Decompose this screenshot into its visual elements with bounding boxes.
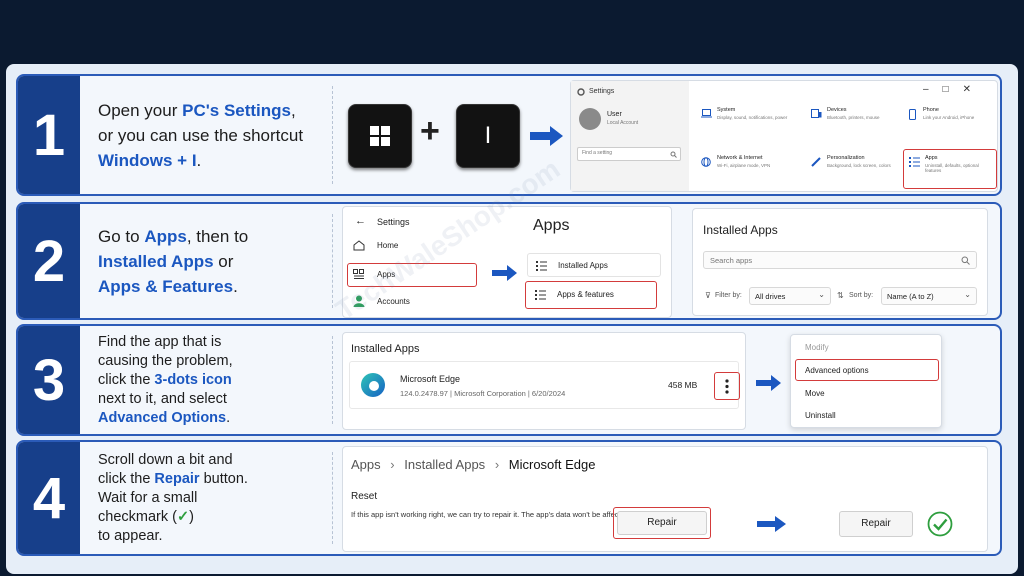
step-number: 1 bbox=[18, 76, 80, 194]
step-number: 4 bbox=[18, 442, 80, 554]
menu-item-move[interactable]: Move bbox=[805, 389, 825, 398]
tile-personalization[interactable]: Personalization Background, lock screen,… bbox=[811, 155, 906, 185]
breadcrumb-apps[interactable]: Apps bbox=[351, 457, 381, 472]
app-meta: 124.0.2478.97 | Microsoft Corporation | … bbox=[400, 389, 566, 398]
windows-key bbox=[348, 104, 412, 168]
three-dots-icon bbox=[725, 379, 729, 394]
tile-system[interactable]: System Display, sound, notifications, po… bbox=[701, 107, 796, 137]
brush-icon bbox=[811, 157, 821, 167]
tile-network[interactable]: Network & Internet Wi-Fi, airplane mode,… bbox=[701, 155, 796, 185]
settings-gear-icon bbox=[577, 88, 585, 96]
reset-description: If this app isn't working right, we can … bbox=[351, 510, 632, 519]
list-icon bbox=[535, 290, 546, 300]
arrow-right-icon bbox=[492, 265, 517, 281]
globe-icon bbox=[701, 157, 711, 167]
filter-label: Filter by: bbox=[715, 292, 742, 299]
separator bbox=[332, 86, 333, 184]
installed-apps-card: Installed Apps Search apps ⊽ Filter by: … bbox=[692, 208, 988, 316]
apps-menu-installed[interactable]: Installed Apps bbox=[527, 253, 661, 277]
settings-nav-card: ← Settings Home Apps Accounts Apps Insta… bbox=[342, 206, 672, 318]
menu-item-uninstall[interactable]: Uninstall bbox=[805, 411, 836, 420]
chevron-right-icon: › bbox=[390, 457, 395, 472]
arrow-right-icon bbox=[530, 126, 563, 146]
step-4-text: Scroll down a bit and click the Repair b… bbox=[98, 451, 248, 544]
app-row: Microsoft Edge 124.0.2478.97 | Microsoft… bbox=[349, 361, 740, 409]
tile-phone[interactable]: Phone Link your Android, iPhone bbox=[909, 107, 995, 137]
home-icon bbox=[353, 240, 365, 251]
repair-button-done[interactable]: Repair bbox=[839, 511, 913, 537]
search-apps-input[interactable]: Search apps bbox=[703, 251, 977, 269]
phone-icon bbox=[909, 109, 916, 120]
step-2-text: Go to Apps, then to Installed Apps or Ap… bbox=[98, 226, 249, 296]
chevron-right-icon: › bbox=[494, 457, 500, 472]
window-controls: –□✕ bbox=[923, 84, 985, 95]
user-name: User bbox=[607, 111, 622, 118]
step-2-row: 2 Go to Apps, then to Installed Apps or … bbox=[16, 202, 1002, 320]
step-number: 2 bbox=[18, 204, 80, 318]
separator bbox=[332, 452, 333, 544]
more-options-button[interactable] bbox=[714, 372, 740, 400]
step-3-text: Find the app that is causing the problem… bbox=[98, 333, 233, 426]
nav-item-apps[interactable]: Apps bbox=[353, 268, 473, 284]
breadcrumb-current: Microsoft Edge bbox=[508, 457, 596, 472]
apps-menu-features[interactable]: Apps & features bbox=[529, 285, 653, 305]
find-setting-input[interactable]: Find a setting bbox=[577, 147, 681, 161]
apps-grid-icon bbox=[353, 269, 364, 279]
sort-dropdown[interactable]: Name (A to Z) ⌄ bbox=[881, 287, 977, 305]
step-4-row: 4 Scroll down a bit and click the Repair… bbox=[16, 440, 1002, 556]
windows-logo-icon bbox=[370, 126, 390, 146]
arrow-right-icon bbox=[757, 516, 786, 532]
breadcrumb-installed-apps[interactable]: Installed Apps bbox=[404, 457, 485, 472]
edge-logo-icon bbox=[361, 373, 385, 397]
nav-item-home[interactable]: Home bbox=[353, 239, 473, 255]
apps-menu-title: Apps bbox=[533, 217, 570, 234]
filter-icon: ⊽ bbox=[705, 291, 711, 300]
sort-label: Sort by: bbox=[849, 292, 874, 299]
nav-back-label: Settings bbox=[377, 217, 410, 227]
step-number: 3 bbox=[18, 326, 80, 434]
app-name: Microsoft Edge bbox=[400, 374, 461, 384]
app-size: 458 MB bbox=[668, 380, 698, 390]
arrow-right-icon bbox=[756, 375, 781, 391]
check-icon: ✓ bbox=[176, 508, 190, 525]
menu-item-modify[interactable]: Modify bbox=[805, 343, 829, 352]
menu-item-advanced-options[interactable]: Advanced options bbox=[805, 366, 869, 375]
settings-window: Settings –□✕ User Local Account Find a s… bbox=[570, 80, 998, 192]
step-1-row: 1 Open your PC's Settings, or you can us… bbox=[16, 74, 1002, 196]
apps-list-icon bbox=[909, 157, 920, 167]
window-title: Settings bbox=[589, 88, 615, 95]
step-3-row: 3 Find the app that is causing the probl… bbox=[16, 324, 1002, 436]
installed-apps-title: Installed Apps bbox=[703, 223, 778, 237]
i-key: I bbox=[456, 104, 520, 168]
laptop-icon bbox=[701, 109, 712, 118]
user-sub: Local Account bbox=[607, 120, 639, 126]
search-icon bbox=[961, 256, 970, 265]
breadcrumb: Apps › Installed Apps › Microsoft Edge bbox=[351, 457, 595, 472]
card-title: Installed Apps bbox=[351, 343, 420, 355]
back-arrow-icon[interactable]: ← bbox=[355, 215, 366, 227]
account-icon bbox=[353, 295, 365, 307]
chevron-down-icon: ⌄ bbox=[818, 290, 825, 299]
app-details-card: Apps › Installed Apps › Microsoft Edge R… bbox=[342, 446, 988, 552]
reset-section-title: Reset bbox=[351, 491, 378, 502]
app-context-menu: Modify Advanced options Move Uninstall bbox=[790, 334, 942, 428]
chevron-down-icon: ⌄ bbox=[964, 290, 971, 299]
avatar bbox=[579, 108, 601, 130]
checkmark-icon bbox=[927, 511, 953, 537]
filter-dropdown[interactable]: All drives ⌄ bbox=[749, 287, 831, 305]
tile-devices[interactable]: Devices Bluetooth, printers, mouse bbox=[811, 107, 906, 137]
tile-apps[interactable]: Apps Uninstall, defaults, optional featu… bbox=[909, 155, 995, 185]
list-icon bbox=[536, 261, 547, 271]
installed-apps-list-card: Installed Apps Microsoft Edge 124.0.2478… bbox=[342, 332, 746, 430]
devices-icon bbox=[811, 109, 822, 118]
separator bbox=[332, 214, 333, 308]
repair-button[interactable]: Repair bbox=[617, 511, 707, 535]
sort-icon: ⇅ bbox=[837, 291, 844, 300]
nav-item-accounts[interactable]: Accounts bbox=[353, 295, 473, 311]
search-icon bbox=[670, 151, 677, 158]
separator bbox=[332, 336, 333, 424]
step-1-text: Open your PC's Settings, or you can use … bbox=[98, 100, 304, 170]
plus-sign: + bbox=[420, 112, 440, 150]
